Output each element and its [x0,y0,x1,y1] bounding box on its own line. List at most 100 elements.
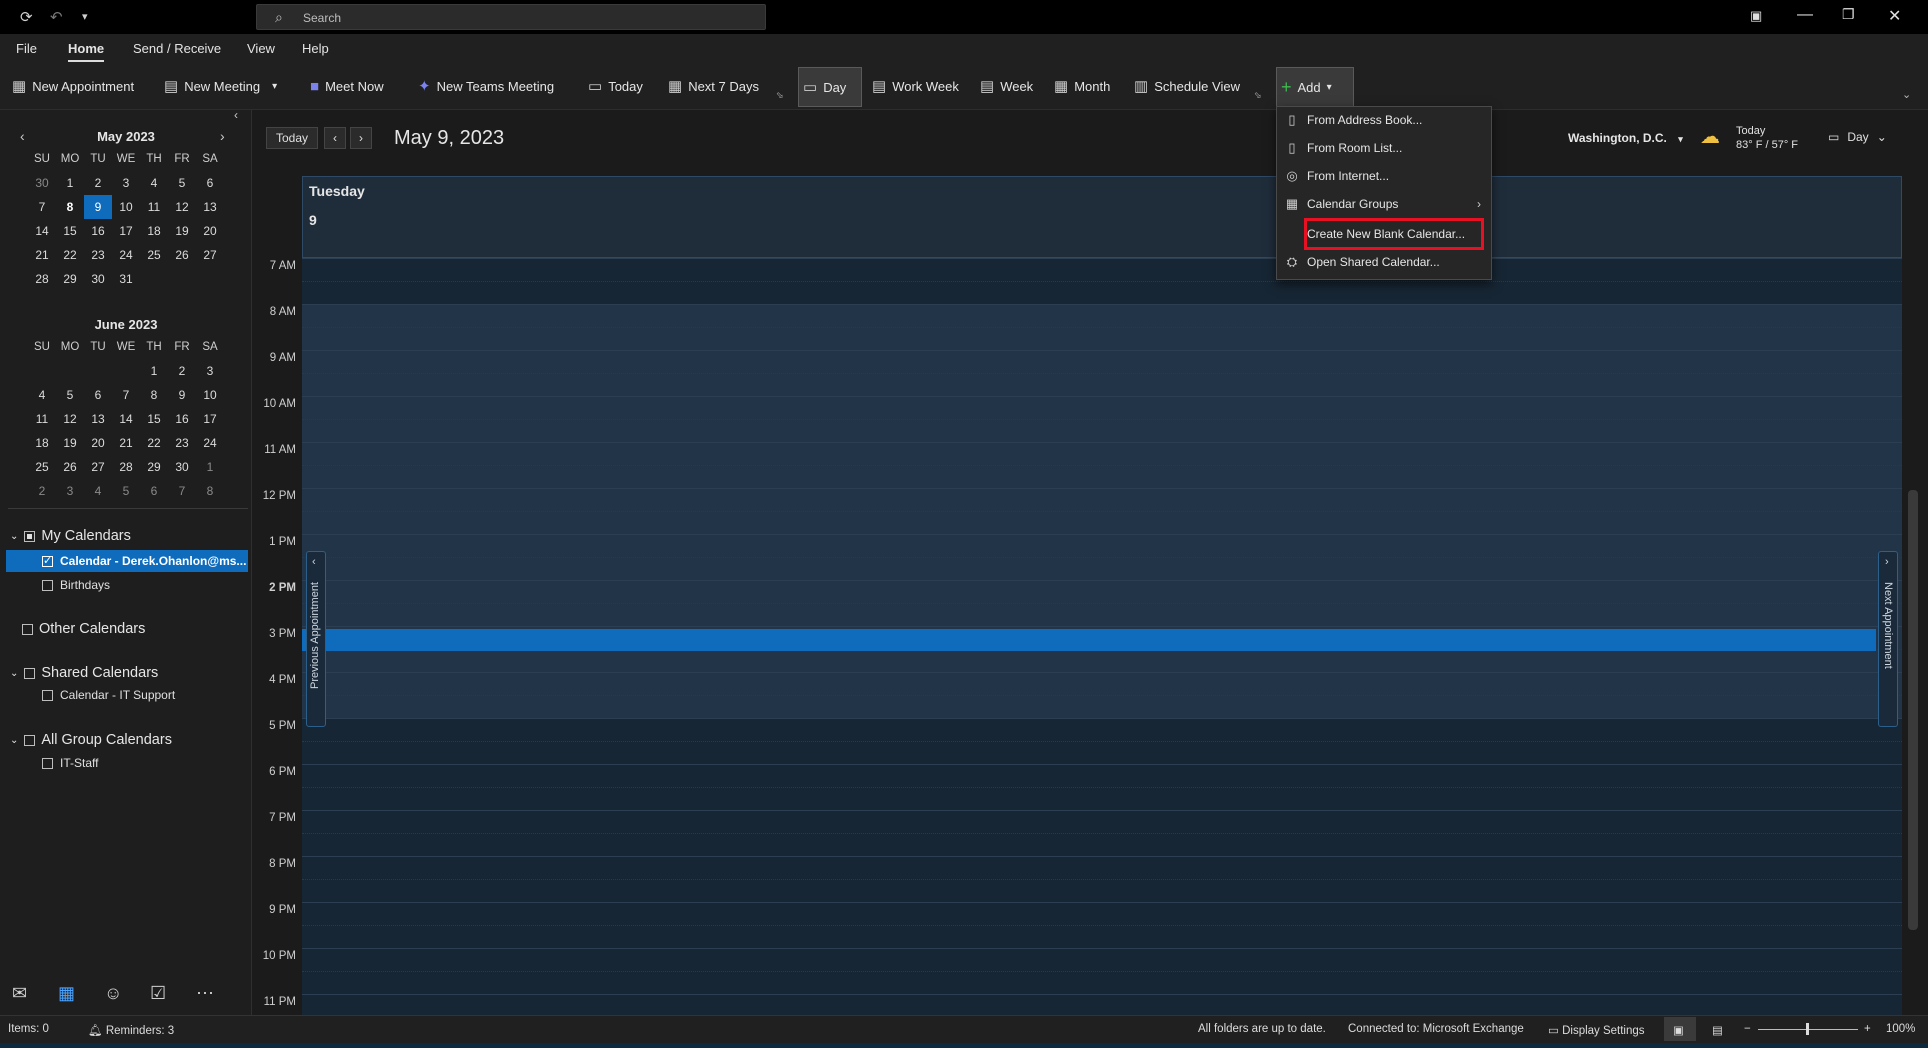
close-button[interactable]: ✕ [1888,6,1901,26]
calendar-day[interactable]: 18 [140,219,168,243]
calendar-day[interactable]: 8 [140,383,168,407]
calendar-day[interactable]: 27 [196,243,224,267]
calendar-day[interactable]: 4 [84,479,112,503]
calendar-derek-item[interactable]: Calendar - Derek.Ohanlon@ms... [6,550,248,572]
restore-button[interactable]: ❐ [1842,6,1855,23]
new-appointment-button[interactable]: ▦ New Appointment [8,72,138,100]
arrange-launcher-icon[interactable]: ⬂ [1254,90,1262,101]
meet-now-button[interactable]: ■ Meet Now [306,72,388,100]
calendar-day[interactable]: 20 [84,431,112,455]
calendar-day[interactable]: 3 [196,359,224,383]
open-shared-calendar-item[interactable]: ⛭ Open Shared Calendar... [1277,249,1491,275]
calendar-day[interactable]: 26 [168,243,196,267]
day-header[interactable]: Tuesday 9 [302,176,1902,258]
calendar-day[interactable]: 8 [196,479,224,503]
collapse-ribbon-icon[interactable]: ⌄ [1902,88,1911,101]
search-box[interactable]: ⌕ Search [256,4,766,30]
calendar-day[interactable]: 3 [56,479,84,503]
calendar-groups-item[interactable]: ▦ Calendar Groups › [1277,191,1491,217]
next-appointment-tab[interactable]: › Next Appointment [1878,551,1898,727]
calendar-day[interactable]: 27 [84,455,112,479]
my-calendars-group[interactable]: ⌄ My Calendars [10,528,131,544]
calendar-derek-checkbox[interactable] [42,554,53,567]
calendar-day[interactable]: 30 [28,171,56,195]
calendar-day[interactable]: 10 [196,383,224,407]
calendar-icon[interactable]: ▦ [58,983,75,1004]
calendar-day[interactable]: 14 [28,219,56,243]
calendar-day[interactable]: 31 [112,267,140,291]
zoom-slider-thumb[interactable] [1806,1023,1809,1035]
calendar-it-support-item[interactable]: Calendar - IT Support [42,688,175,702]
menu-view[interactable]: View [247,41,275,56]
calendar-day[interactable]: 12 [56,407,84,431]
people-icon[interactable]: ☺ [104,983,122,1004]
calendar-day[interactable]: 2 [168,359,196,383]
calendar-day[interactable]: 20 [196,219,224,243]
display-settings-button[interactable]: ▭ Display Settings [1548,1023,1645,1037]
my-calendars-checkbox[interactable] [24,530,36,542]
all-group-calendars-checkbox[interactable] [24,734,36,746]
calendar-day[interactable]: 7 [168,479,196,503]
selected-time-slot[interactable] [302,629,1876,651]
calendar-day[interactable]: 28 [112,455,140,479]
calendar-day[interactable]: 30 [84,267,112,291]
calendar-day[interactable]: 6 [84,383,112,407]
calendar-day[interactable]: 24 [112,243,140,267]
zoom-out-icon[interactable]: − [1744,1023,1751,1035]
menu-file[interactable]: File [16,41,37,56]
calendar-day[interactable]: 29 [140,455,168,479]
all-group-calendars-group[interactable]: ⌄ All Group Calendars [10,732,172,748]
ribbon-display-icon[interactable]: ▣ [1750,8,1762,24]
calendar-day[interactable]: 22 [140,431,168,455]
birthdays-checkbox[interactable] [42,579,53,591]
calendar-day[interactable]: 12 [168,195,196,219]
next-day-button[interactable]: › [350,127,372,149]
calendar-day[interactable]: 11 [28,407,56,431]
next-7-days-button[interactable]: ▦ Next 7 Days [664,72,763,100]
calendar-day[interactable]: 24 [196,431,224,455]
previous-appointment-tab[interactable]: ‹ Previous Appointment [306,551,326,727]
calendar-day[interactable]: 9 [84,195,112,219]
it-staff-item[interactable]: IT-Staff [42,756,98,770]
calendar-day[interactable]: 26 [56,455,84,479]
location-selector[interactable]: Washington, D.C. ▾ [1568,131,1683,145]
other-calendars-group[interactable]: Other Calendars [22,621,145,637]
calendar-day[interactable]: 4 [140,171,168,195]
menu-send-receive[interactable]: Send / Receive [133,41,221,56]
calendar-day[interactable]: 23 [84,243,112,267]
menu-home[interactable]: Home [68,41,105,62]
calendar-day[interactable]: 25 [140,243,168,267]
calendar-day[interactable]: 28 [28,267,56,291]
mail-icon[interactable]: ✉ [12,983,27,1004]
calendar-day[interactable]: 19 [168,219,196,243]
calendar-day[interactable]: 6 [140,479,168,503]
group-launcher-icon[interactable]: ⬂ [776,90,784,101]
calendar-day[interactable]: 15 [56,219,84,243]
calendar-day[interactable]: 1 [140,359,168,383]
new-teams-meeting-button[interactable]: ✦ New Teams Meeting [414,72,558,100]
calendar-day[interactable]: 16 [168,407,196,431]
calendar-day[interactable]: 2 [28,479,56,503]
it-staff-checkbox[interactable] [42,757,53,769]
calendar-day[interactable]: 2 [84,171,112,195]
schedule-view-button[interactable]: ▥ Schedule View [1130,72,1244,100]
calendar-day[interactable]: 18 [28,431,56,455]
collapse-pane-icon[interactable]: ‹ [234,108,238,122]
next-month-icon[interactable]: › [220,128,225,144]
calendar-day[interactable]: 16 [84,219,112,243]
other-calendars-checkbox[interactable] [22,623,33,635]
quick-access-dropdown-icon[interactable]: ▾ [82,10,88,23]
today-nav-button[interactable]: Today [266,127,318,149]
calendar-day[interactable]: 19 [56,431,84,455]
more-apps-icon[interactable]: ⋯ [196,983,214,1004]
calendar-day[interactable]: 9 [168,383,196,407]
zoom-in-icon[interactable]: + [1864,1023,1871,1035]
from-address-book-item[interactable]: ▯ From Address Book... [1277,107,1491,133]
from-internet-item[interactable]: ◎ From Internet... [1277,163,1491,189]
shared-calendars-group[interactable]: ⌄ Shared Calendars [10,665,158,681]
new-meeting-button[interactable]: ▤ New Meeting ▾ [160,72,281,100]
birthdays-item[interactable]: Birthdays [42,578,110,592]
calendar-day[interactable]: 5 [112,479,140,503]
scrollbar-thumb[interactable] [1908,490,1918,930]
today-button[interactable]: ▭ Today [584,72,647,100]
